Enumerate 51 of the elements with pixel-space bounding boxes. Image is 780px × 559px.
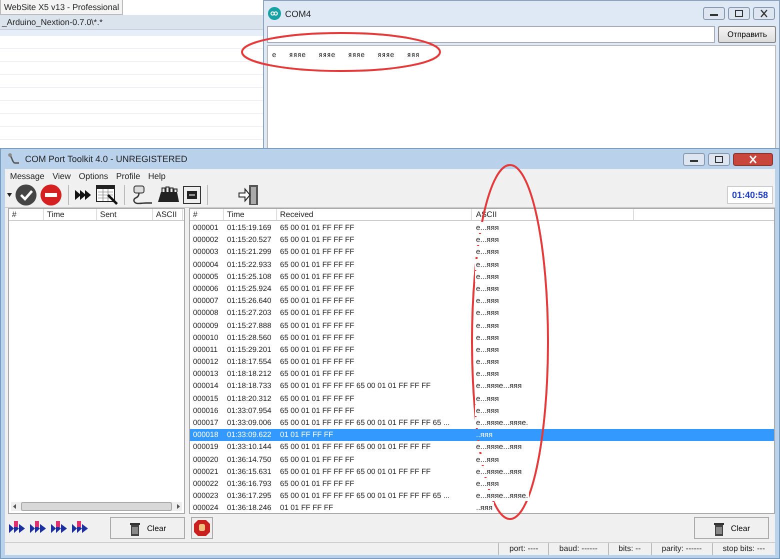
macro-send-icon[interactable] (72, 521, 88, 536)
macro-send-icon[interactable] (51, 521, 67, 536)
fast-forward-icon[interactable] (75, 189, 93, 202)
column-header[interactable]: ASCII (153, 209, 183, 220)
minimize-icon[interactable] (703, 7, 725, 20)
menu-item[interactable]: Help (148, 170, 166, 181)
maximize-icon[interactable] (728, 7, 750, 20)
path-bar: _Arduino_Nextion-0.7.0\*.* (0, 15, 264, 30)
cable-icon (7, 153, 21, 165)
menu-item[interactable]: Message (10, 170, 44, 181)
macro-send-icon[interactable] (9, 521, 25, 536)
window-title: COM Port Toolkit 4.0 - UNREGISTERED (25, 154, 188, 164)
status-field: bits: -- (608, 542, 651, 555)
scroll-right-icon[interactable] (174, 502, 182, 512)
stop-icon[interactable] (40, 184, 62, 206)
status-field: stop bits: --- (712, 542, 775, 555)
scroll-left-icon[interactable] (11, 502, 19, 512)
status-field: port: ---- (498, 542, 548, 555)
stop-hand-icon[interactable] (191, 517, 214, 540)
infinity-logo-icon (268, 7, 281, 20)
clear-button[interactable]: Clear (110, 517, 186, 540)
column-header[interactable]: # (190, 209, 224, 220)
window-tab[interactable]: WebSite X5 v13 - Professional (0, 0, 124, 15)
close-icon[interactable] (733, 152, 773, 166)
message-input[interactable] (267, 26, 716, 43)
maximize-icon[interactable] (708, 152, 730, 166)
table-edit-icon[interactable] (96, 185, 118, 206)
minimize-icon[interactable] (683, 152, 705, 166)
horizontal-scrollbar[interactable] (11, 502, 182, 512)
menu-item[interactable]: Options (78, 170, 108, 181)
serial-cable-icon[interactable] (131, 185, 153, 206)
column-header[interactable]: Received (277, 209, 472, 220)
checkmark-icon[interactable] (15, 184, 37, 206)
column-header[interactable]: Sent (97, 209, 153, 220)
column-header[interactable]: Time (224, 209, 277, 220)
macro-send-icon[interactable] (30, 521, 46, 536)
trash-icon (129, 520, 141, 536)
clear-button[interactable]: Clear (694, 517, 769, 540)
menu-item[interactable]: View (52, 170, 71, 181)
send-button[interactable]: Отправить (718, 26, 776, 43)
window-title: COM4 (285, 8, 312, 18)
status-field: baud: ------ (548, 542, 608, 555)
close-icon[interactable] (753, 7, 775, 20)
column-header[interactable]: # (9, 209, 44, 220)
menu-item[interactable]: Profile (116, 170, 140, 181)
column-header[interactable]: Time (44, 209, 97, 220)
trash-icon (712, 520, 725, 536)
dropdown-caret-icon[interactable] (7, 193, 12, 198)
status-field: parity: ------ (650, 542, 712, 555)
exit-door-icon[interactable] (238, 184, 260, 206)
clock-text: 01:40:58 (726, 186, 773, 204)
